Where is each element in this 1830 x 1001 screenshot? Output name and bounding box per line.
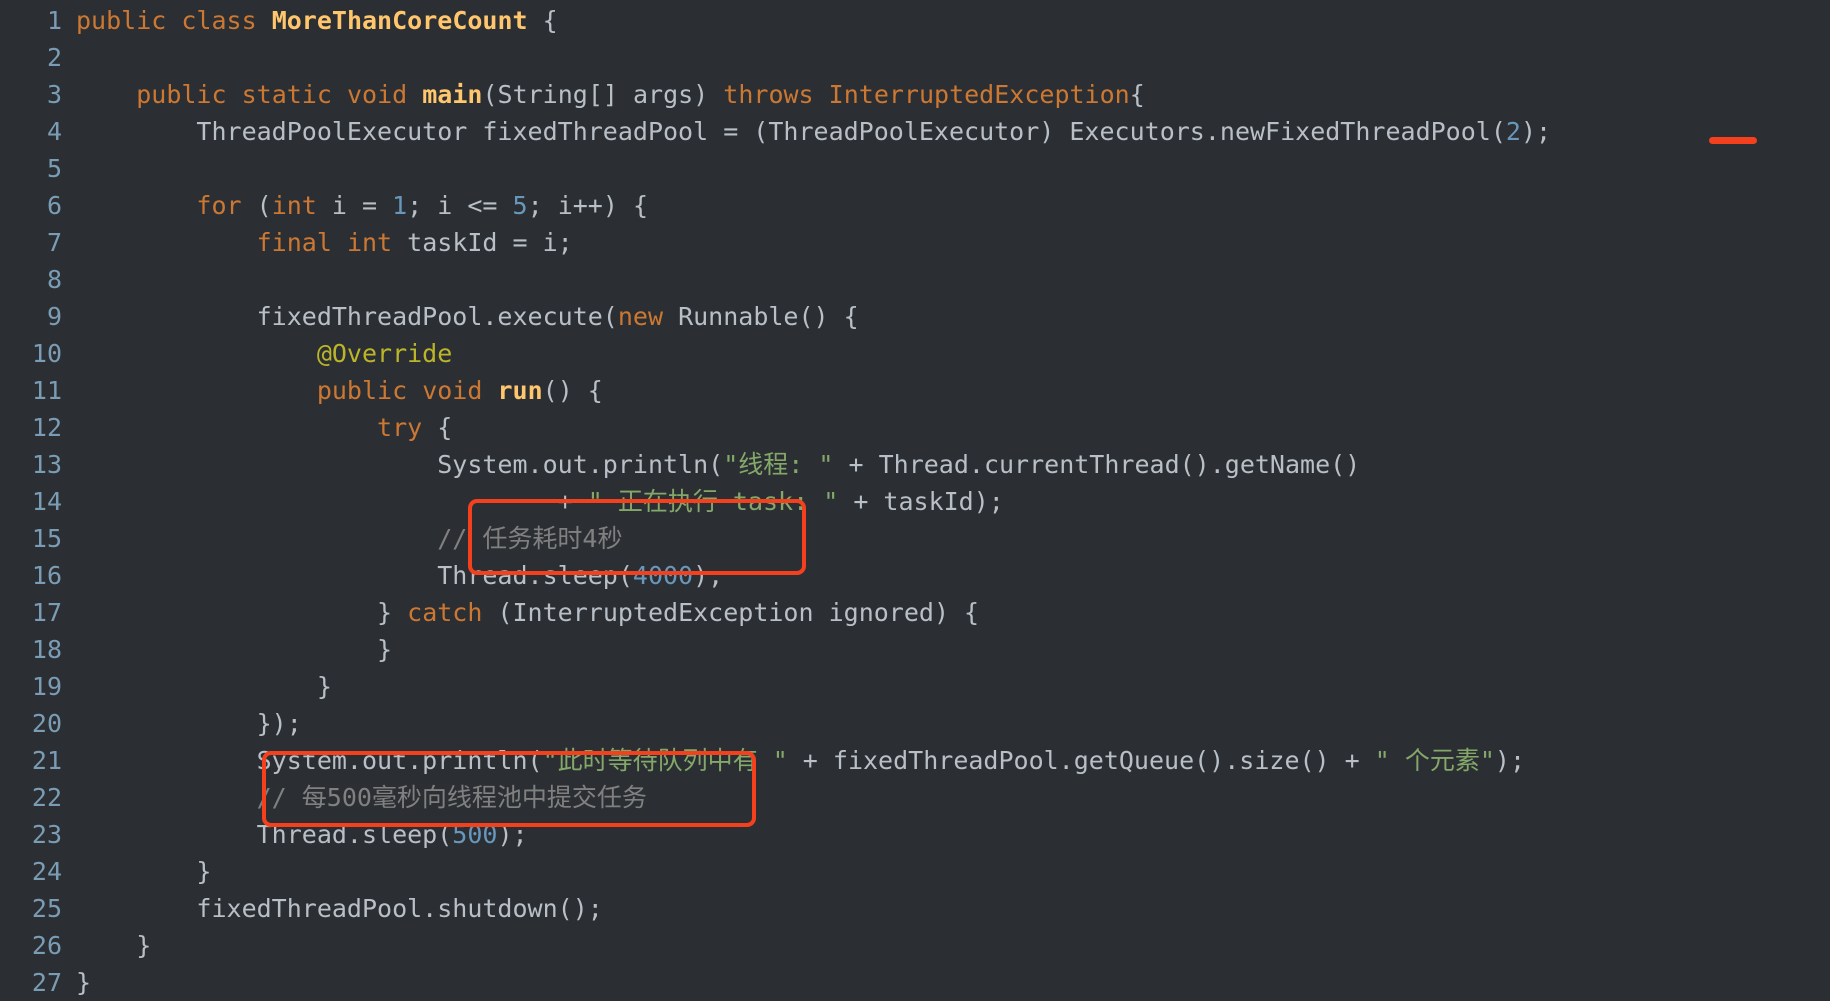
- code-line[interactable]: 2: [0, 39, 1830, 76]
- line-content[interactable]: fixedThreadPool.shutdown();: [62, 890, 602, 927]
- code-line[interactable]: 4 ThreadPoolExecutor fixedThreadPool = (…: [0, 113, 1830, 150]
- line-content[interactable]: [62, 261, 76, 298]
- code-line[interactable]: 21 System.out.println("此时等待队列中有 " + fixe…: [0, 742, 1830, 779]
- line-number: 18: [31, 635, 62, 664]
- line-number: 23: [31, 820, 62, 849]
- line-content[interactable]: + " 正在执行 task: " + taskId);: [62, 483, 1004, 520]
- line-number: 27: [31, 968, 62, 997]
- line-number: 5: [46, 154, 62, 183]
- code-line[interactable]: 14 + " 正在执行 task: " + taskId);: [0, 483, 1830, 520]
- line-number: 2: [46, 43, 62, 72]
- line-number: 19: [31, 672, 62, 701]
- line-number: 4: [46, 117, 62, 146]
- line-content[interactable]: [62, 150, 76, 187]
- line-number: 10: [31, 339, 62, 368]
- line-content[interactable]: for (int i = 1; i <= 5; i++) {: [62, 187, 648, 224]
- code-line[interactable]: 7 final int taskId = i;: [0, 224, 1830, 261]
- line-number: 9: [46, 302, 62, 331]
- code-line[interactable]: 17 } catch (InterruptedException ignored…: [0, 594, 1830, 631]
- line-content[interactable]: @Override: [62, 335, 452, 372]
- line-content[interactable]: public void run() {: [62, 372, 603, 409]
- code-line[interactable]: 15 // 任务耗时4秒: [0, 520, 1830, 557]
- line-content[interactable]: // 每500毫秒向线程池中提交任务: [62, 779, 647, 816]
- code-line[interactable]: 5: [0, 150, 1830, 187]
- code-editor[interactable]: 1 public class MoreThanCoreCount { 2 3 p…: [0, 0, 1830, 997]
- code-line[interactable]: 25 fixedThreadPool.shutdown();: [0, 890, 1830, 927]
- line-content[interactable]: final int taskId = i;: [62, 224, 573, 261]
- code-line[interactable]: 12 try {: [0, 409, 1830, 446]
- code-line[interactable]: 24 }: [0, 853, 1830, 890]
- code-lines-container: 1 public class MoreThanCoreCount { 2 3 p…: [0, 0, 1830, 1001]
- line-content[interactable]: }: [62, 668, 332, 705]
- line-number: 6: [46, 191, 62, 220]
- line-content[interactable]: } catch (InterruptedException ignored) {: [62, 594, 979, 631]
- line-number: 1: [46, 6, 62, 35]
- code-line[interactable]: 16 Thread.sleep(4000);: [0, 557, 1830, 594]
- line-content[interactable]: });: [62, 705, 302, 742]
- code-line[interactable]: 20 });: [0, 705, 1830, 742]
- line-content[interactable]: Thread.sleep(500);: [62, 816, 528, 853]
- code-line[interactable]: 22 // 每500毫秒向线程池中提交任务: [0, 779, 1830, 816]
- line-content[interactable]: System.out.println("线程: " + Thread.curre…: [62, 446, 1360, 483]
- line-number: 24: [31, 857, 62, 886]
- code-line[interactable]: 9 fixedThreadPool.execute(new Runnable()…: [0, 298, 1830, 335]
- line-number: 8: [46, 265, 62, 294]
- line-number: 21: [31, 746, 62, 775]
- line-content[interactable]: fixedThreadPool.execute(new Runnable() {: [62, 298, 859, 335]
- line-number: 16: [31, 561, 62, 590]
- line-number: 13: [31, 450, 62, 479]
- code-line[interactable]: 3 public static void main(String[] args)…: [0, 76, 1830, 113]
- line-number: 7: [46, 228, 62, 257]
- line-number: 25: [31, 894, 62, 923]
- line-number: 3: [46, 80, 62, 109]
- line-content[interactable]: }: [62, 927, 151, 964]
- line-content[interactable]: public static void main(String[] args) t…: [62, 76, 1145, 113]
- line-number: 12: [31, 413, 62, 442]
- line-number: 17: [31, 598, 62, 627]
- code-line[interactable]: 13 System.out.println("线程: " + Thread.cu…: [0, 446, 1830, 483]
- line-number: 26: [31, 931, 62, 960]
- line-content[interactable]: public class MoreThanCoreCount {: [62, 2, 558, 39]
- line-number: 14: [31, 487, 62, 516]
- line-number: 22: [31, 783, 62, 812]
- code-line[interactable]: 23 Thread.sleep(500);: [0, 816, 1830, 853]
- code-line[interactable]: 1 public class MoreThanCoreCount {: [0, 2, 1830, 39]
- line-number: 20: [31, 709, 62, 738]
- line-content[interactable]: System.out.println("此时等待队列中有 " + fixedTh…: [62, 742, 1525, 779]
- line-content[interactable]: }: [62, 853, 211, 890]
- code-line[interactable]: 27 }: [0, 964, 1830, 1001]
- line-content[interactable]: }: [62, 964, 91, 1001]
- code-line[interactable]: 26 }: [0, 927, 1830, 964]
- line-content[interactable]: }: [62, 631, 392, 668]
- code-line[interactable]: 18 }: [0, 631, 1830, 668]
- code-line[interactable]: 11 public void run() {: [0, 372, 1830, 409]
- line-number: 11: [31, 376, 62, 405]
- line-content[interactable]: [62, 39, 76, 76]
- code-line[interactable]: 8: [0, 261, 1830, 298]
- code-line[interactable]: 6 for (int i = 1; i <= 5; i++) {: [0, 187, 1830, 224]
- line-content[interactable]: Thread.sleep(4000);: [62, 557, 723, 594]
- line-content[interactable]: // 任务耗时4秒: [62, 520, 622, 557]
- line-content[interactable]: ThreadPoolExecutor fixedThreadPool = (Th…: [62, 113, 1551, 150]
- line-content[interactable]: try {: [62, 409, 452, 446]
- code-line[interactable]: 10 @Override: [0, 335, 1830, 372]
- line-number: 15: [31, 524, 62, 553]
- code-line[interactable]: 19 }: [0, 668, 1830, 705]
